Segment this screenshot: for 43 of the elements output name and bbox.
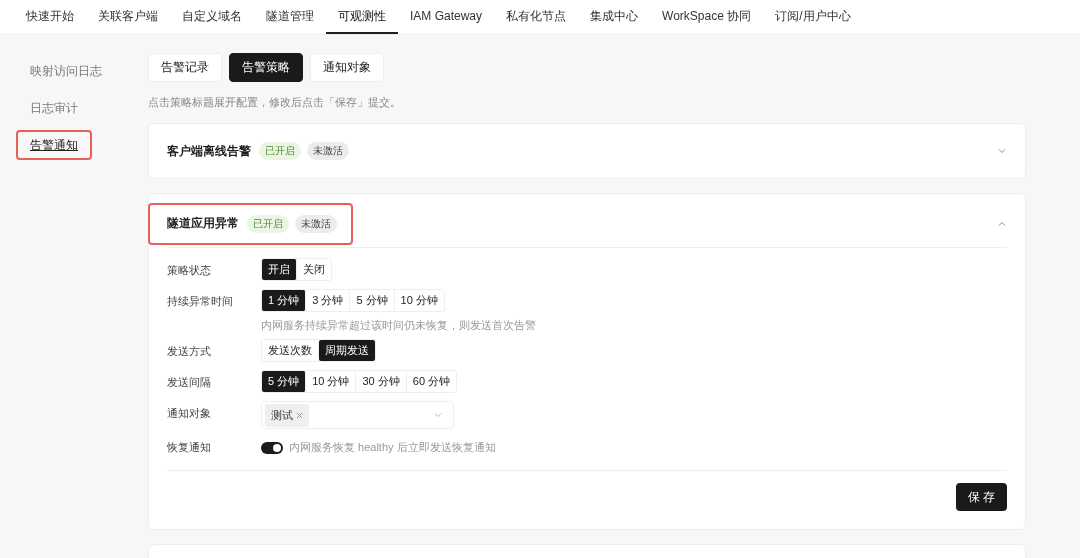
nav-tab[interactable]: 订阅/用户中心 [763, 0, 863, 34]
tab[interactable]: 通知对象 [310, 53, 384, 82]
setting-label: 通知对象 [167, 406, 212, 421]
setting-label: 发送方式 [167, 344, 212, 359]
tab[interactable]: 告警策略 [229, 53, 303, 82]
nav-tab[interactable]: 可观测性 [326, 0, 398, 34]
setting-label: 策略状态 [167, 263, 212, 278]
segment-option[interactable]: 周期发送 [319, 340, 375, 361]
nav-tab[interactable]: 自定义域名 [170, 0, 254, 34]
segment-option[interactable]: 开启 [262, 259, 297, 280]
sidebar-item[interactable]: 日志审计 [16, 93, 92, 123]
segment-option[interactable]: 5 分钟 [262, 371, 307, 392]
status-badge: 未激活 [307, 142, 349, 160]
nav-tab[interactable]: WorkSpace 协同 [650, 0, 764, 34]
chevron-down-icon[interactable] [433, 410, 443, 420]
nav-tab[interactable]: 快速开始 [14, 0, 86, 34]
help-text: 内网服务持续异常超过该时间仍未恢复，则发送首次告警 [261, 318, 536, 333]
sidebar-item[interactable]: 映射访问日志 [16, 56, 116, 86]
segment-option[interactable]: 发送次数 [262, 340, 319, 361]
nav-tab[interactable]: IAM Gateway [398, 0, 495, 34]
nav-tab[interactable]: 私有化节点 [494, 0, 579, 34]
nav-tab[interactable]: 关联客户端 [86, 0, 170, 34]
status-badge: 已开启 [259, 142, 301, 160]
policy-title[interactable]: 隧道应用异常 [167, 215, 239, 232]
save-button[interactable]: 保 存 [955, 483, 1007, 511]
nav-tab[interactable]: 集成中心 [578, 0, 651, 34]
segment-option[interactable]: 1 分钟 [262, 290, 307, 311]
sidebar-item[interactable]: 告警通知 [16, 130, 92, 160]
tab[interactable]: 告警记录 [148, 53, 222, 82]
nav-tab[interactable]: 隧道管理 [254, 0, 326, 34]
setting-label: 发送间隔 [167, 375, 212, 390]
chevron-down-icon[interactable] [997, 146, 1007, 156]
setting-label: 恢复通知 [167, 440, 212, 455]
help-text: 内网服务恢复 healthy 后立即发送恢复通知 [289, 440, 496, 455]
status-badge: 未激活 [295, 214, 337, 233]
select-field[interactable]: 测试 [261, 401, 454, 429]
selected-tag[interactable]: 测试 [265, 403, 309, 427]
toggle-switch[interactable] [261, 441, 283, 454]
policy-title[interactable]: 客户端离线告警 [167, 142, 251, 160]
setting-label: 持续异常时间 [167, 294, 234, 309]
close-icon[interactable] [296, 411, 303, 419]
hint-text: 点击策略标题展开配置，修改后点击「保存」提交。 [148, 95, 402, 110]
status-badge: 已开启 [247, 214, 289, 233]
